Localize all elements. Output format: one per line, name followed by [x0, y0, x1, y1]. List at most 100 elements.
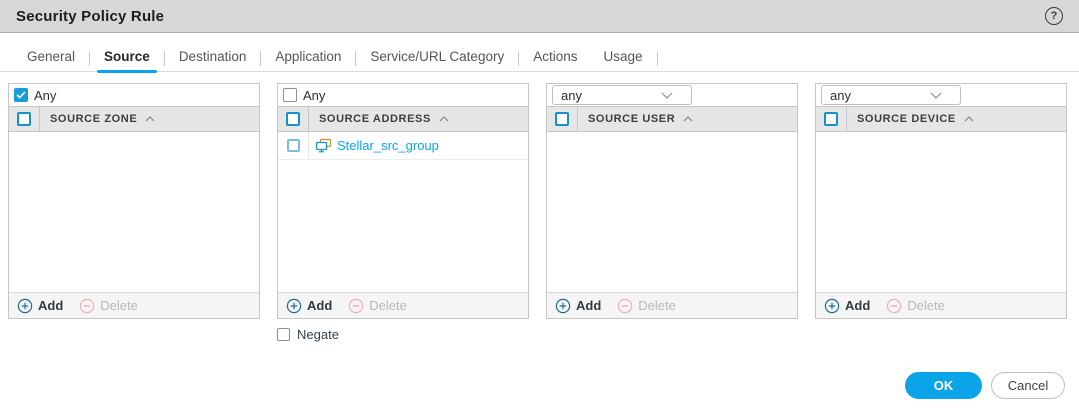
source-address-column: Any SOURCE ADDRESS	[277, 83, 529, 319]
source-address-any-row: Any	[278, 84, 528, 106]
tab-separator	[657, 51, 658, 66]
source-user-column: any SOURCE USER Add Delete	[546, 83, 798, 319]
minus-circle-icon	[348, 298, 364, 314]
plus-circle-icon	[555, 298, 571, 314]
row-check-cell	[278, 132, 309, 159]
source-user-list	[547, 132, 797, 292]
source-address-header-label: SOURCE ADDRESS	[319, 113, 431, 125]
chevron-down-icon	[661, 92, 683, 99]
source-user-delete-button[interactable]: Delete	[617, 298, 676, 314]
dialog-actions: OK Cancel	[0, 372, 1079, 399]
header-check-cell	[278, 107, 309, 131]
source-user-any-row: any	[547, 84, 797, 106]
source-address-any-label: Any	[303, 88, 325, 103]
delete-label: Delete	[638, 298, 676, 313]
source-zone-any-checkbox[interactable]	[14, 88, 28, 102]
negate-row: Negate	[277, 327, 1079, 342]
ok-button[interactable]: OK	[905, 372, 982, 399]
source-device-any-dropdown[interactable]: any	[821, 85, 961, 105]
source-zone-list	[9, 132, 259, 292]
sort-ascending-icon	[439, 116, 449, 122]
source-user-column-header[interactable]: SOURCE USER	[588, 113, 693, 125]
source-user-select-all-checkbox[interactable]	[555, 112, 569, 126]
dialog-titlebar: Security Policy Rule ?	[0, 0, 1079, 33]
source-device-footer: Add Delete	[816, 292, 1066, 318]
dropdown-value: any	[830, 88, 851, 103]
header-check-cell	[9, 107, 40, 131]
source-zone-footer: Add Delete	[9, 292, 259, 318]
source-address-any-checkbox[interactable]	[283, 88, 297, 102]
table-row: Stellar_src_group	[278, 132, 528, 160]
sort-ascending-icon	[145, 116, 155, 122]
add-label: Add	[845, 298, 870, 313]
tab-service-url-category[interactable]: Service/URL Category	[357, 45, 517, 72]
source-zone-delete-button[interactable]: Delete	[79, 298, 138, 314]
source-device-column-header[interactable]: SOURCE DEVICE	[857, 113, 974, 125]
source-address-add-button[interactable]: Add	[286, 298, 332, 314]
source-address-list: Stellar_src_group	[278, 132, 528, 292]
plus-circle-icon	[824, 298, 840, 314]
source-device-list	[816, 132, 1066, 292]
chevron-down-icon	[930, 92, 952, 99]
source-address-delete-button[interactable]: Delete	[348, 298, 407, 314]
address-group-icon	[315, 138, 332, 154]
stellar-src-group-link[interactable]: Stellar_src_group	[315, 138, 439, 154]
tab-separator	[518, 51, 519, 66]
source-user-footer: Add Delete	[547, 292, 797, 318]
tabbar: General Source Destination Application S…	[0, 45, 1079, 72]
tab-general[interactable]: General	[14, 45, 88, 72]
cancel-button[interactable]: Cancel	[991, 372, 1065, 399]
source-device-any-row: any	[816, 84, 1066, 106]
source-device-header-row: SOURCE DEVICE	[816, 106, 1066, 132]
tab-source[interactable]: Source	[91, 45, 163, 72]
minus-circle-icon	[79, 298, 95, 314]
help-glyph: ?	[1051, 10, 1058, 22]
delete-label: Delete	[907, 298, 945, 313]
source-device-delete-button[interactable]: Delete	[886, 298, 945, 314]
tab-separator	[164, 51, 165, 66]
source-zone-header-row: SOURCE ZONE	[9, 106, 259, 132]
source-address-column-header[interactable]: SOURCE ADDRESS	[319, 113, 449, 125]
help-icon[interactable]: ?	[1045, 7, 1063, 25]
dialog-title: Security Policy Rule	[16, 8, 164, 25]
source-zone-column: Any SOURCE ZONE Add Delete	[8, 83, 260, 319]
tab-application[interactable]: Application	[262, 45, 354, 72]
address-object-name: Stellar_src_group	[337, 138, 439, 153]
source-address-header-row: SOURCE ADDRESS	[278, 106, 528, 132]
checkmark-icon	[16, 91, 26, 99]
source-zone-add-button[interactable]: Add	[17, 298, 63, 314]
sort-ascending-icon	[964, 116, 974, 122]
minus-circle-icon	[617, 298, 633, 314]
source-address-footer: Add Delete	[278, 292, 528, 318]
source-user-header-row: SOURCE USER	[547, 106, 797, 132]
negate-label: Negate	[297, 327, 339, 342]
plus-circle-icon	[17, 298, 33, 314]
source-zone-any-label: Any	[34, 88, 56, 103]
source-zone-column-header[interactable]: SOURCE ZONE	[50, 113, 155, 125]
header-check-cell	[547, 107, 578, 131]
tab-destination[interactable]: Destination	[166, 45, 260, 72]
plus-circle-icon	[286, 298, 302, 314]
sort-ascending-icon	[683, 116, 693, 122]
tab-usage[interactable]: Usage	[591, 45, 656, 72]
source-device-add-button[interactable]: Add	[824, 298, 870, 314]
delete-label: Delete	[100, 298, 138, 313]
tab-separator	[89, 51, 90, 66]
tab-separator	[355, 51, 356, 66]
tab-actions[interactable]: Actions	[520, 45, 590, 72]
source-device-header-label: SOURCE DEVICE	[857, 113, 956, 125]
dropdown-value: any	[561, 88, 582, 103]
add-label: Add	[38, 298, 63, 313]
source-columns: Any SOURCE ZONE Add Delete	[8, 83, 1067, 319]
source-device-column: any SOURCE DEVICE Add Delete	[815, 83, 1067, 319]
source-address-select-all-checkbox[interactable]	[286, 112, 300, 126]
source-user-add-button[interactable]: Add	[555, 298, 601, 314]
source-device-select-all-checkbox[interactable]	[824, 112, 838, 126]
negate-checkbox[interactable]	[277, 328, 290, 341]
stellar-src-group-checkbox[interactable]	[287, 139, 300, 152]
source-user-any-dropdown[interactable]: any	[552, 85, 692, 105]
minus-circle-icon	[886, 298, 902, 314]
source-zone-select-all-checkbox[interactable]	[17, 112, 31, 126]
source-user-header-label: SOURCE USER	[588, 113, 675, 125]
tab-separator	[260, 51, 261, 66]
